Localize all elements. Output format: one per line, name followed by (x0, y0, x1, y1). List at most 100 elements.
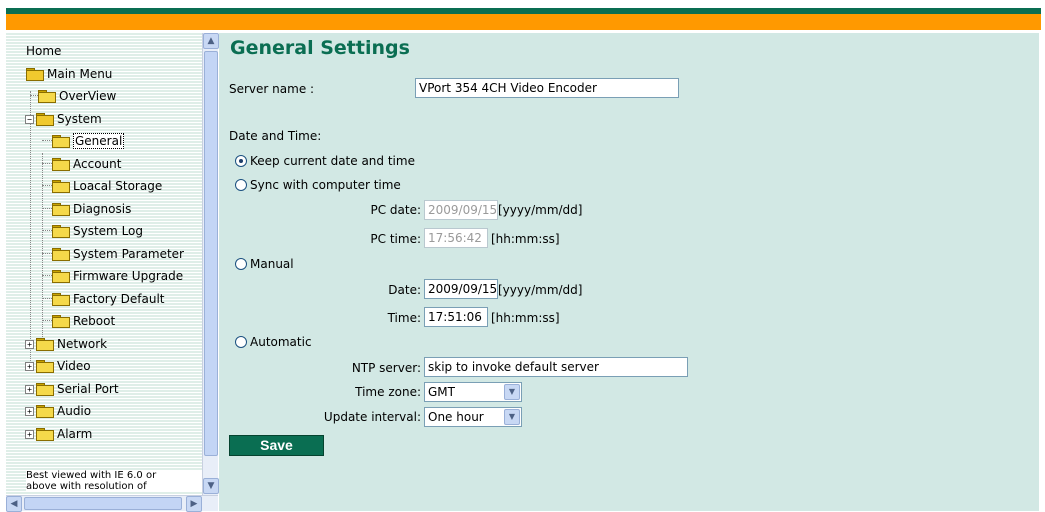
time-field[interactable]: 17:51:06 (424, 307, 488, 327)
sidebar-item-label: OverView (59, 89, 117, 103)
sidebar-item-reboot[interactable]: Reboot (52, 311, 115, 331)
radio-automatic-label[interactable]: Automatic (250, 335, 312, 349)
date-label: Date: (388, 283, 421, 297)
server-name-field[interactable]: VPort 354 4CH Video Encoder (415, 78, 679, 98)
browser-recommendation-note: Best viewed with IE 6.0 or above with re… (26, 470, 202, 492)
time-zone-label: Time zone: (355, 385, 421, 399)
expand-icon[interactable]: + (25, 362, 34, 371)
time-zone-value: GMT (428, 385, 455, 399)
date-time-label: Date and Time: (229, 129, 322, 143)
sidebar-item-label: Account (73, 157, 122, 171)
sidebar-item-label: Main Menu (47, 67, 113, 81)
sidebar-item-system-log[interactable]: System Log (52, 221, 143, 241)
sidebar-item-label: General (73, 133, 125, 149)
sidebar-item-overview[interactable]: OverView (38, 86, 116, 106)
sidebar-item-label: System Parameter (73, 247, 184, 261)
sidebar-item-diagnosis[interactable]: Diagnosis (52, 199, 131, 219)
header-orange-stripe (6, 14, 1041, 30)
sidebar-item-serial-port[interactable]: + Serial Port (25, 379, 119, 399)
folder-icon (36, 383, 54, 396)
pc-date-label: PC date: (370, 203, 421, 217)
sidebar-item-label: System (57, 112, 102, 126)
folder-icon (52, 270, 70, 283)
sidebar-item-label: Home (26, 44, 62, 58)
time-zone-select[interactable]: GMT ▼ (424, 382, 522, 402)
update-interval-select[interactable]: One hour ▼ (424, 407, 522, 427)
sidebar-item-local-storage[interactable]: Loacal Storage (52, 176, 162, 196)
sidebar-item-label: System Log (73, 224, 143, 238)
sidebar-item-general[interactable]: General (52, 131, 125, 151)
radio-keep-current-label[interactable]: Keep current date and time (250, 154, 415, 168)
radio-manual[interactable] (235, 258, 247, 270)
server-name-label: Server name : (229, 82, 315, 96)
folder-open-icon (26, 68, 44, 81)
folder-icon (52, 135, 70, 148)
radio-sync-computer-label[interactable]: Sync with computer time (250, 178, 401, 192)
time-label: Time: (387, 311, 421, 325)
sidebar-item-label: Reboot (73, 314, 116, 328)
sidebar-item-home[interactable]: Home (26, 41, 61, 61)
menu-tree: Home Main Menu OverView − System General … (6, 33, 202, 495)
expand-icon[interactable]: + (25, 385, 34, 394)
sidebar-item-video[interactable]: + Video (25, 356, 91, 376)
sidebar-item-account[interactable]: Account (52, 154, 121, 174)
sidebar-item-main-menu[interactable]: Main Menu (26, 64, 112, 84)
save-button[interactable]: Save (229, 435, 324, 456)
scroll-right-icon[interactable]: ▶ (186, 496, 202, 512)
sidebar-item-system-parameter[interactable]: System Parameter (52, 244, 184, 264)
folder-icon (52, 293, 70, 306)
expand-icon[interactable]: + (25, 407, 34, 416)
sidebar-item-audio[interactable]: + Audio (25, 401, 91, 421)
expand-icon[interactable]: + (25, 340, 34, 349)
folder-icon (36, 360, 54, 373)
folder-open-icon (36, 113, 54, 126)
sidebar-vertical-scrollbar[interactable]: ▲ ▼ (202, 33, 219, 495)
radio-manual-label[interactable]: Manual (250, 257, 294, 271)
sidebar-item-system[interactable]: − System (25, 109, 102, 129)
scrollbar-thumb[interactable] (24, 497, 182, 510)
sidebar-item-firmware-upgrade[interactable]: Firmware Upgrade (52, 266, 183, 286)
pc-date-format-hint: [yyyy/mm/dd] (498, 203, 583, 217)
sidebar-horizontal-scrollbar[interactable]: ◀ ▶ (6, 495, 218, 512)
folder-icon (38, 90, 56, 103)
sidebar-item-network[interactable]: + Network (25, 334, 107, 354)
sidebar-item-label: Factory Default (73, 292, 165, 306)
folder-icon (52, 225, 70, 238)
scroll-up-icon[interactable]: ▲ (203, 33, 219, 49)
sidebar-item-label: Video (57, 359, 91, 373)
folder-icon (52, 315, 70, 328)
note-line-2: above with resolution of (26, 481, 147, 492)
note-line-1: Best viewed with IE 6.0 or (26, 470, 157, 481)
date-field[interactable]: 2009/09/15 (424, 279, 498, 299)
sidebar-item-label: Firmware Upgrade (73, 269, 184, 283)
scroll-down-icon[interactable]: ▼ (203, 478, 219, 494)
collapse-icon[interactable]: − (25, 115, 34, 124)
radio-automatic[interactable] (235, 336, 247, 348)
update-interval-value: One hour (428, 410, 484, 424)
pc-time-format-hint: [hh:mm:ss] (491, 232, 560, 246)
page-title: General Settings (230, 37, 410, 59)
folder-icon (36, 338, 54, 351)
chevron-down-icon[interactable]: ▼ (504, 384, 520, 400)
folder-icon (52, 180, 70, 193)
folder-icon (52, 248, 70, 261)
scroll-left-icon[interactable]: ◀ (6, 496, 22, 512)
sidebar-item-alarm[interactable]: + Alarm (25, 424, 92, 444)
sidebar-item-label: Network (57, 337, 108, 351)
sidebar: Home Main Menu OverView − System General … (6, 33, 219, 512)
folder-icon (52, 203, 70, 216)
sidebar-item-label: Alarm (57, 427, 93, 441)
chevron-down-icon[interactable]: ▼ (504, 409, 520, 425)
header-banner (0, 0, 1045, 32)
sidebar-item-label: Serial Port (57, 382, 119, 396)
sidebar-item-label: Audio (57, 404, 92, 418)
expand-icon[interactable]: + (25, 430, 34, 439)
pc-time-field: 17:56:42 (424, 228, 488, 248)
sidebar-item-factory-default[interactable]: Factory Default (52, 289, 165, 309)
ntp-server-field[interactable]: skip to invoke default server (424, 357, 688, 377)
sidebar-item-label: Diagnosis (73, 202, 132, 216)
sidebar-item-label: Loacal Storage (73, 179, 163, 193)
scrollbar-thumb[interactable] (204, 51, 218, 456)
radio-sync-computer[interactable] (235, 179, 247, 191)
radio-keep-current[interactable] (235, 155, 247, 167)
